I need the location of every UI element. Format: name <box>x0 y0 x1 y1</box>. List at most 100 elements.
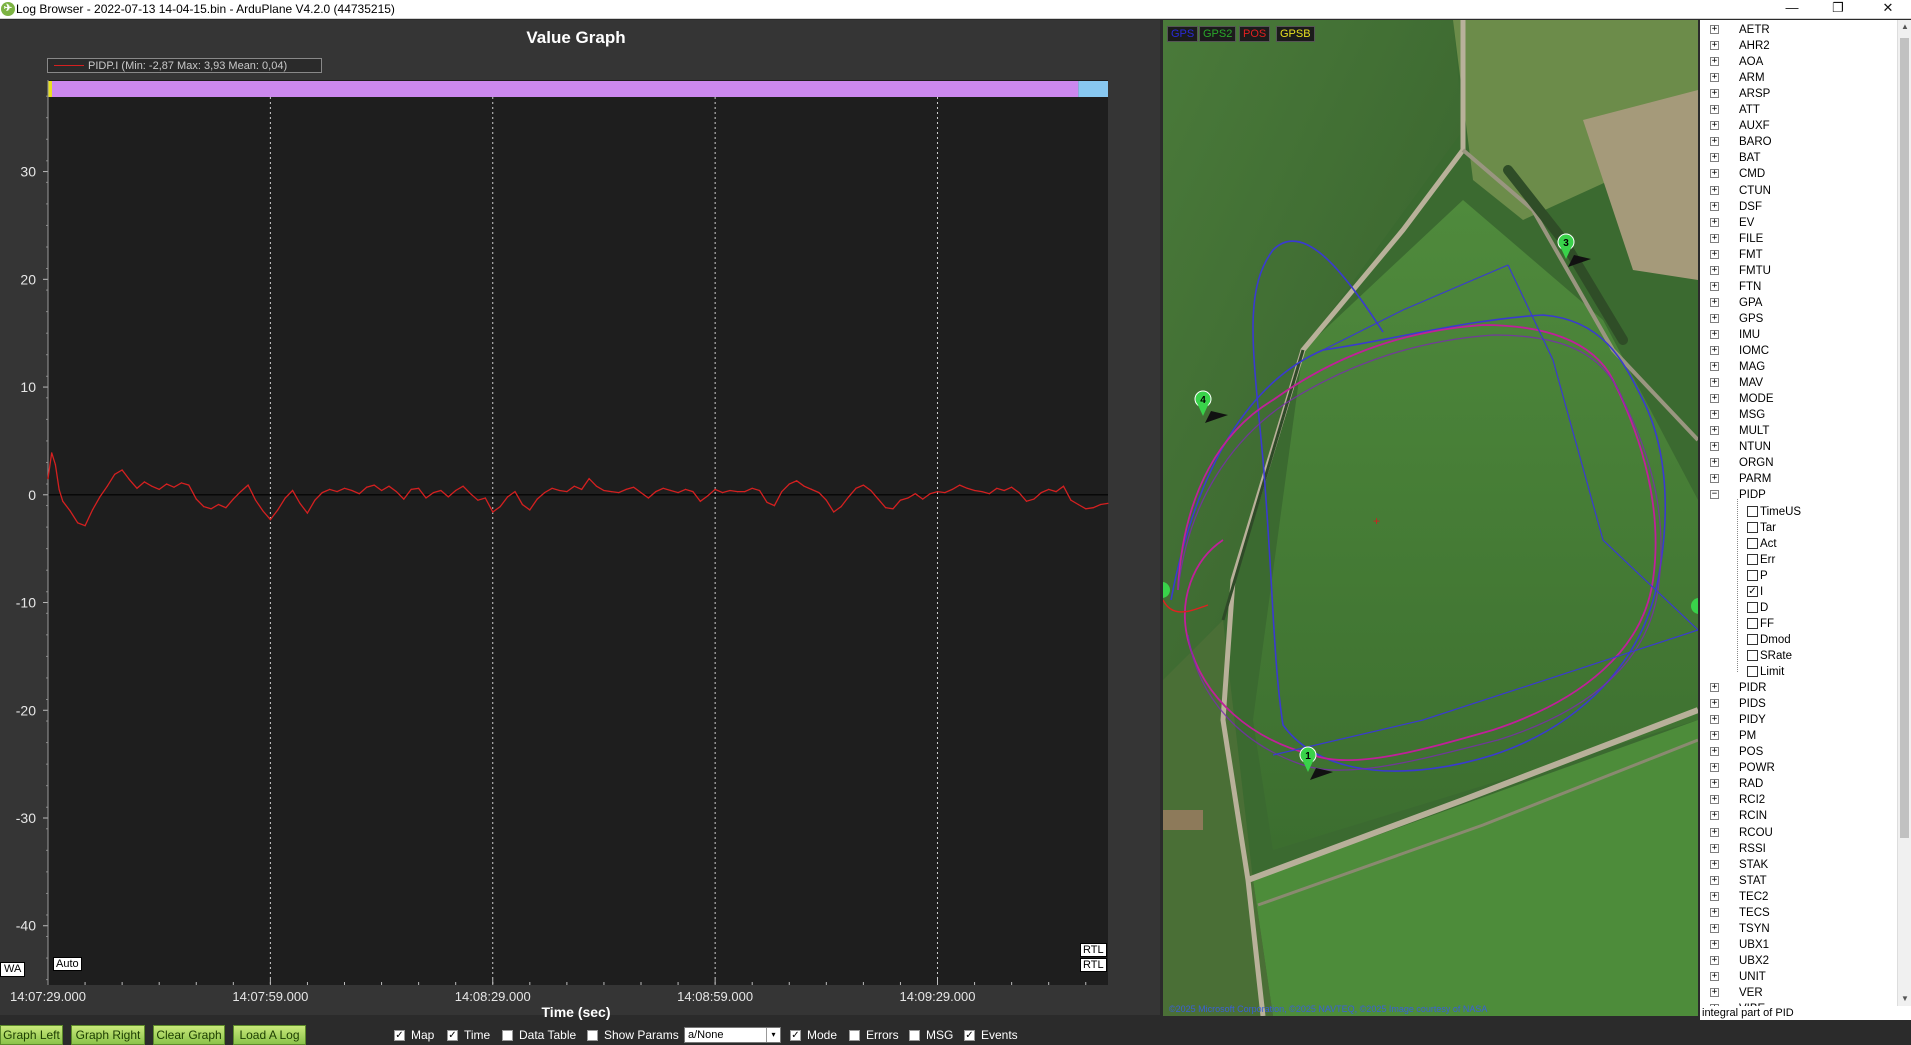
satellite-map[interactable]: + 1 3 4 <box>1163 20 1698 1016</box>
tree-field-i[interactable]: ✓ I <box>1700 584 1897 600</box>
tree-item-pos[interactable]: + POS <box>1700 744 1897 760</box>
value-graph-panel[interactable]: 14:07:29.000 14:07:59.000 14:08:29.000 14:0… <box>0 20 1160 1020</box>
expand-icon[interactable]: + <box>1710 105 1719 115</box>
tree-field-ff[interactable]: FF <box>1700 616 1897 632</box>
tree-field-err[interactable]: Err <box>1700 552 1897 568</box>
field-checkbox[interactable] <box>1747 569 1758 581</box>
expand-icon[interactable]: + <box>1710 923 1719 933</box>
tree-scrollbar[interactable]: ▲ ▼ <box>1897 20 1911 1006</box>
collapse-icon[interactable]: − <box>1710 490 1719 500</box>
expand-icon[interactable]: + <box>1710 329 1719 339</box>
expand-icon[interactable]: + <box>1710 779 1719 789</box>
tree-item-unit[interactable]: + UNIT <box>1700 969 1897 985</box>
layer-gpsb[interactable]: GPSB <box>1276 26 1315 42</box>
tree-field-timeus[interactable]: TimeUS <box>1700 504 1897 520</box>
expand-icon[interactable]: + <box>1710 731 1719 741</box>
expand-icon[interactable]: + <box>1710 426 1719 436</box>
expand-icon[interactable]: + <box>1710 362 1719 372</box>
map-checkbox[interactable]: ✓ <box>394 1030 405 1041</box>
expand-icon[interactable]: + <box>1710 249 1719 259</box>
mode-checkbox[interactable]: ✓ <box>790 1030 801 1041</box>
tree-field-act[interactable]: Act <box>1700 536 1897 552</box>
tree-item-ctun[interactable]: + CTUN <box>1700 183 1897 199</box>
expand-icon[interactable]: + <box>1710 394 1719 404</box>
expand-icon[interactable]: + <box>1710 265 1719 275</box>
expand-icon[interactable]: + <box>1710 169 1719 179</box>
maximize-button[interactable]: ❐ <box>1815 0 1861 19</box>
expand-icon[interactable]: + <box>1710 811 1719 821</box>
field-checkbox[interactable] <box>1747 505 1758 517</box>
expand-icon[interactable]: + <box>1710 346 1719 355</box>
expand-icon[interactable]: + <box>1710 201 1719 211</box>
tree-item-fmt[interactable]: + FMT <box>1700 247 1897 263</box>
tree-item-pidr[interactable]: + PIDR <box>1700 680 1897 696</box>
value-graph-chart[interactable]: 14:07:29.000 14:07:59.000 14:08:29.000 14:0… <box>0 20 1160 1015</box>
expand-icon[interactable]: + <box>1710 474 1719 484</box>
expand-icon[interactable]: + <box>1710 313 1719 323</box>
expand-icon[interactable]: + <box>1710 57 1719 67</box>
expand-icon[interactable]: + <box>1710 955 1719 965</box>
expand-icon[interactable]: + <box>1710 875 1719 885</box>
tree-item-bat[interactable]: + BAT <box>1700 150 1897 166</box>
expand-icon[interactable]: + <box>1710 442 1719 452</box>
data-table-checkbox[interactable] <box>502 1030 513 1041</box>
graph-legend[interactable]: PIDP.I (Min: -2,87 Max: 3,93 Mean: 0,04) <box>47 58 322 73</box>
expand-icon[interactable]: + <box>1710 891 1719 901</box>
field-checkbox[interactable] <box>1747 601 1758 613</box>
tree-item-ftn[interactable]: + FTN <box>1700 279 1897 295</box>
tree-item-gps[interactable]: + GPS <box>1700 311 1897 327</box>
layer-gps[interactable]: GPS <box>1167 26 1199 42</box>
tree-item-ver[interactable]: + VER <box>1700 985 1897 1001</box>
scroll-up-arrow-icon[interactable]: ▲ <box>1898 20 1911 34</box>
tree-item-gpa[interactable]: + GPA <box>1700 295 1897 311</box>
field-checkbox[interactable] <box>1747 537 1758 549</box>
expand-icon[interactable]: + <box>1710 185 1719 195</box>
tree-item-cmd[interactable]: + CMD <box>1700 166 1897 182</box>
msg-checkbox[interactable] <box>909 1030 920 1041</box>
tree-item-iomc[interactable]: + IOMC <box>1700 343 1897 359</box>
show-params-checkbox[interactable] <box>587 1030 598 1041</box>
tree-field-p[interactable]: P <box>1700 568 1897 584</box>
tree-item-pidp[interactable]: − PIDP <box>1700 487 1897 503</box>
tree-item-ahr2[interactable]: + AHR2 <box>1700 38 1897 54</box>
tree-item-dsf[interactable]: + DSF <box>1700 199 1897 215</box>
field-checkbox[interactable] <box>1747 617 1758 629</box>
tree-item-ubx2[interactable]: + UBX2 <box>1700 953 1897 969</box>
field-checkbox[interactable]: ✓ <box>1747 585 1758 597</box>
expand-icon[interactable]: + <box>1710 25 1719 34</box>
expand-icon[interactable]: + <box>1710 217 1719 227</box>
field-checkbox[interactable] <box>1747 633 1758 645</box>
expand-icon[interactable]: + <box>1710 458 1719 468</box>
tree-item-mav[interactable]: + MAV <box>1700 375 1897 391</box>
expand-icon[interactable]: + <box>1710 410 1719 420</box>
tree-item-mag[interactable]: + MAG <box>1700 359 1897 375</box>
tree-item-file[interactable]: + FILE <box>1700 231 1897 247</box>
tree-item-fmtu[interactable]: + FMTU <box>1700 263 1897 279</box>
expand-icon[interactable]: + <box>1710 971 1719 981</box>
layer-gps2[interactable]: GPS2 <box>1199 26 1237 42</box>
expand-icon[interactable]: + <box>1710 233 1719 243</box>
expand-icon[interactable]: + <box>1710 153 1719 163</box>
field-checkbox[interactable] <box>1747 649 1758 661</box>
tree-item-pids[interactable]: + PIDS <box>1700 696 1897 712</box>
message-filter-select[interactable]: a/None ▾ <box>684 1027 781 1043</box>
expand-icon[interactable]: + <box>1710 939 1719 949</box>
clear-graph-button[interactable]: Clear Graph <box>153 1025 225 1045</box>
tree-item-rcou[interactable]: + RCOU <box>1700 825 1897 841</box>
expand-icon[interactable]: + <box>1710 827 1719 837</box>
expand-icon[interactable]: + <box>1710 843 1719 853</box>
expand-icon[interactable]: + <box>1710 89 1719 99</box>
tree-item-tsyn[interactable]: + TSYN <box>1700 921 1897 937</box>
minimize-button[interactable]: — <box>1769 0 1815 19</box>
tree-item-msg[interactable]: + MSG <box>1700 407 1897 423</box>
events-checkbox[interactable]: ✓ <box>964 1030 975 1041</box>
tree-item-parm[interactable]: + PARM <box>1700 471 1897 487</box>
expand-icon[interactable]: + <box>1710 281 1719 291</box>
tree-item-ubx1[interactable]: + UBX1 <box>1700 937 1897 953</box>
tree-item-baro[interactable]: + BARO <box>1700 134 1897 150</box>
tree-item-tec2[interactable]: + TEC2 <box>1700 889 1897 905</box>
tree-item-pm[interactable]: + PM <box>1700 728 1897 744</box>
tree-item-rcin[interactable]: + RCIN <box>1700 808 1897 824</box>
tree-field-tar[interactable]: Tar <box>1700 520 1897 536</box>
expand-icon[interactable]: + <box>1710 747 1719 757</box>
